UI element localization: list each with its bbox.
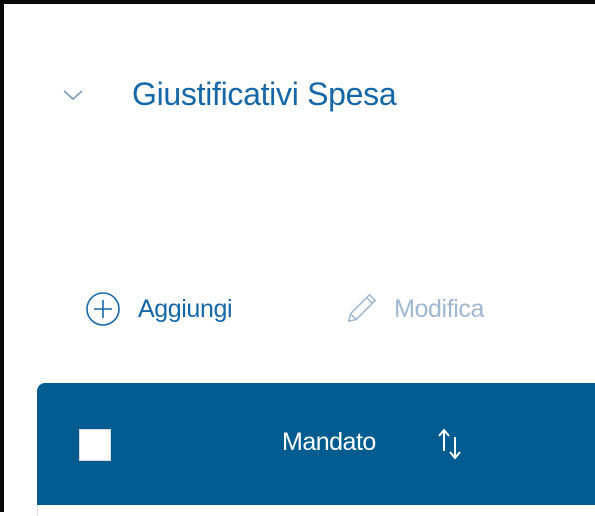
column-header-mandato[interactable]: Mandato (282, 428, 376, 457)
table-row (37, 505, 595, 516)
table-header: Mandato (37, 383, 595, 505)
plus-circle-icon (84, 290, 122, 328)
app-window: Giustificativi Spesa Aggiungi Modifica M… (0, 0, 595, 516)
add-button-label: Aggiungi (138, 294, 233, 323)
edit-button-label: Modifica (394, 294, 485, 323)
add-button[interactable]: Aggiungi (84, 290, 233, 328)
pencil-icon (342, 290, 380, 328)
sort-arrows-icon[interactable] (435, 425, 465, 461)
chevron-down-icon[interactable] (59, 81, 87, 109)
section-header[interactable]: Giustificativi Spesa (59, 76, 397, 113)
edit-button[interactable]: Modifica (342, 290, 484, 328)
toolbar: Aggiungi Modifica (84, 290, 484, 328)
select-all-checkbox[interactable] (79, 429, 111, 461)
section-title: Giustificativi Spesa (132, 76, 397, 112)
